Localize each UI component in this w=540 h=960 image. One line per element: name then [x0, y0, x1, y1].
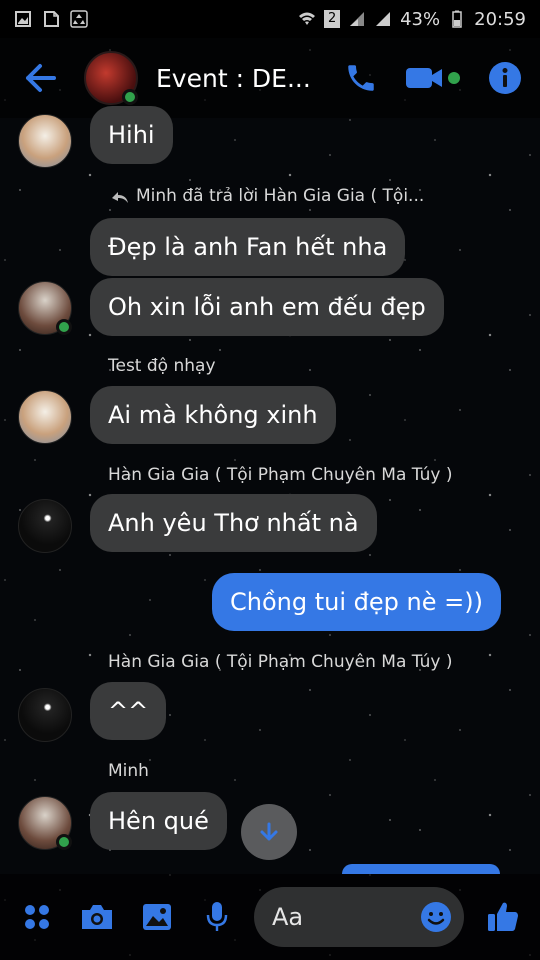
- microphone-icon: [206, 902, 228, 931]
- composer-bar: Aa: [0, 874, 540, 960]
- voice-call-button[interactable]: [344, 61, 378, 95]
- message-bubble[interactable]: ^^: [90, 682, 167, 740]
- camera-button[interactable]: [74, 894, 120, 940]
- reply-note-text: Minh đã trả lời Hàn Gia Gia ( Tội...: [136, 186, 425, 206]
- chat-header: Event : DE...: [0, 38, 540, 118]
- battery-icon: [452, 10, 462, 28]
- message-bubble[interactable]: Đẹp là anh Fan hết nha: [90, 218, 406, 276]
- gallery-icon: [143, 904, 171, 930]
- sim-badge: 2: [324, 10, 341, 28]
- avatar[interactable]: [18, 499, 72, 553]
- signal-icon: [350, 12, 365, 26]
- message-bubble[interactable]: Ai mà không xinh: [90, 386, 336, 444]
- recycle-icon: [70, 10, 88, 28]
- camera-icon: [82, 905, 112, 929]
- emoji-icon: [421, 902, 451, 932]
- voice-message-button[interactable]: [194, 894, 240, 940]
- avatar[interactable]: [18, 688, 72, 742]
- message-bubble[interactable]: Oh xin lỗi anh em đếu đẹp: [90, 278, 444, 336]
- phone-icon: [348, 65, 374, 91]
- info-button[interactable]: [488, 61, 522, 95]
- online-indicator: [56, 319, 72, 335]
- back-button[interactable]: [18, 56, 62, 100]
- document-notification-icon: [44, 11, 59, 27]
- clock: 20:59: [474, 8, 526, 30]
- message-list[interactable]: Hihi Minh đã trả lời Hàn Gia Gia ( Tội..…: [0, 106, 540, 874]
- group-avatar[interactable]: [84, 51, 138, 105]
- video-call-button[interactable]: [404, 63, 462, 93]
- message-bubble[interactable]: Anh yêu Thơ nhất nà: [90, 494, 377, 552]
- reply-indicator: Minh đã trả lời Hàn Gia Gia ( Tội...: [110, 186, 424, 206]
- avatar[interactable]: [18, 114, 72, 168]
- scroll-to-bottom-button[interactable]: [241, 804, 297, 860]
- signal-icon-2: [376, 12, 391, 26]
- message-bubble[interactable]: Hihi: [90, 106, 173, 164]
- reply-arrow-icon: [112, 192, 128, 203]
- image-notification-icon: [15, 11, 31, 27]
- wifi-icon: [299, 12, 316, 25]
- gallery-button[interactable]: [134, 894, 180, 940]
- conversation-title[interactable]: Event : DE...: [156, 64, 311, 93]
- sender-name: Hàn Gia Gia ( Tội Phạm Chuyên Ma Túy ): [108, 465, 453, 485]
- info-icon: [489, 62, 521, 94]
- sender-name: Minh: [108, 761, 149, 781]
- sender-name: Test độ nhạy: [108, 356, 216, 376]
- online-indicator: [56, 834, 72, 850]
- like-button[interactable]: [480, 894, 526, 940]
- message-input-placeholder: Aa: [272, 903, 304, 931]
- like-icon: [488, 902, 518, 931]
- sender-name: Hàn Gia Gia ( Tội Phạm Chuyên Ma Túy ): [108, 652, 453, 672]
- back-arrow-icon: [26, 64, 56, 92]
- my-message-bubble[interactable]: Chồng tui đẹp nè =)): [212, 573, 501, 631]
- online-indicator: [122, 89, 138, 105]
- battery-percent: 43%: [400, 8, 441, 30]
- status-bar: 2 43% 20:59: [0, 0, 540, 38]
- avatar[interactable]: [18, 390, 72, 444]
- arrow-down-icon: [260, 822, 278, 841]
- emoji-button[interactable]: [420, 901, 452, 939]
- message-bubble[interactable]: Hên qué: [90, 792, 227, 850]
- apps-button[interactable]: [14, 894, 60, 940]
- video-camera-icon: [406, 68, 460, 88]
- message-input[interactable]: Aa: [254, 887, 464, 947]
- apps-icon: [25, 905, 49, 929]
- partial-message-bubble: [342, 864, 500, 874]
